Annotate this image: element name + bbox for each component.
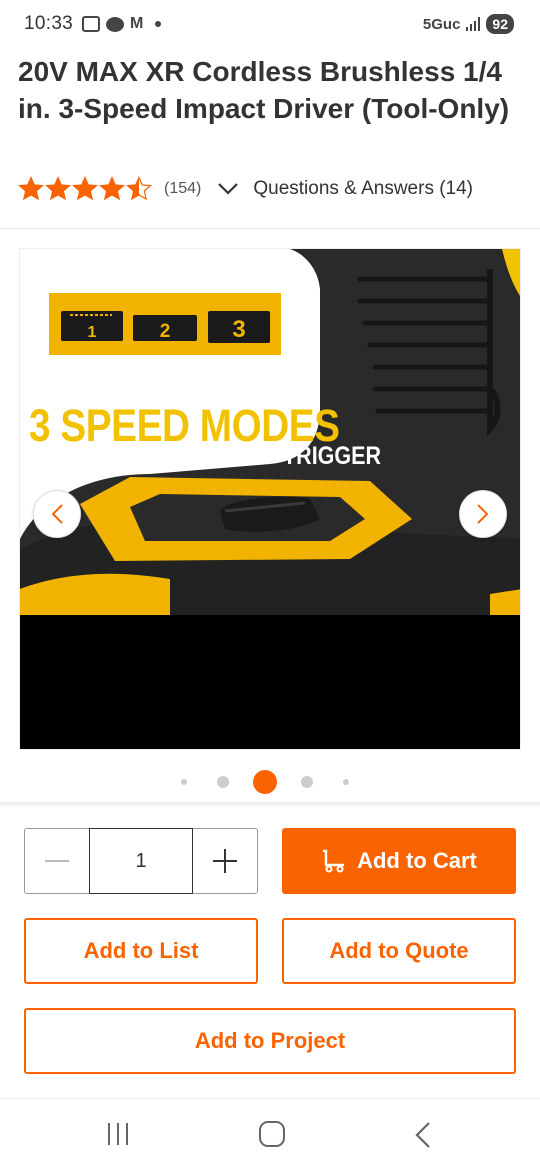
image-subheadline: WITH VARIABLE SPEED TRIGGER (29, 442, 381, 470)
carousel-prev-button[interactable] (33, 490, 81, 538)
carousel-dot[interactable] (301, 776, 313, 788)
chevron-down-icon[interactable] (217, 182, 239, 196)
notification-icons: M (82, 15, 162, 33)
status-right: 5Guc 92 (423, 14, 514, 34)
add-to-cart-label: Add to Cart (357, 848, 477, 873)
carousel-dot[interactable] (181, 779, 187, 785)
carousel-next-button[interactable] (459, 490, 507, 538)
increase-quantity-button[interactable] (193, 829, 257, 893)
product-title: 20V MAX XR Cordless Brushless 1/4 in. 3-… (18, 56, 510, 124)
add-to-quote-button[interactable]: Add to Quote (282, 918, 516, 984)
rating-row: (154) Questions & Answers (14) (18, 174, 473, 204)
chevron-right-icon (477, 504, 489, 524)
star-icon (45, 176, 71, 201)
star-icon (18, 176, 44, 201)
star-icon (126, 176, 152, 201)
impact-driver-illustration: 1 2 3 (20, 249, 520, 749)
carousel-dot[interactable] (343, 779, 349, 785)
status-bar: 10:33 M 5Guc 92 (0, 0, 540, 48)
minus-icon (45, 860, 70, 862)
questions-answers-link[interactable]: Questions & Answers (14) (253, 178, 473, 200)
mode-label-2: 2 (160, 321, 171, 342)
signal-icon (466, 17, 481, 31)
quantity-input[interactable]: 1 (89, 828, 193, 894)
message-icon (106, 16, 124, 32)
star-rating[interactable] (18, 176, 152, 202)
network-type: 5Guc (422, 15, 461, 33)
status-time: 10:33 (24, 13, 74, 34)
system-nav-bar (0, 1098, 540, 1170)
plus-icon (212, 849, 237, 873)
review-count[interactable]: (154) (164, 180, 201, 198)
carousel-dot[interactable] (217, 776, 229, 788)
action-panel-shadow (0, 802, 540, 808)
gmail-icon: M (130, 15, 144, 32)
product-image[interactable]: 1 2 3 (19, 248, 521, 750)
add-to-cart-button[interactable]: Add to Cart (282, 828, 516, 894)
chevron-left-icon (51, 504, 63, 524)
divider (0, 228, 540, 229)
quantity-stepper: 1 (24, 828, 258, 894)
screenshot-icon (82, 16, 100, 32)
battery-level: 92 (486, 14, 514, 34)
mode-label-1: 1 (88, 324, 97, 341)
home-button[interactable] (259, 1121, 285, 1147)
mode-label-3: 3 (232, 316, 245, 343)
recent-apps-button[interactable] (108, 1123, 128, 1145)
more-notifications-icon (155, 21, 162, 27)
carousel-dot-active[interactable] (253, 770, 277, 794)
star-icon (99, 176, 125, 201)
add-to-project-button[interactable]: Add to Project (24, 1008, 516, 1074)
back-button[interactable] (414, 1121, 432, 1149)
star-icon (72, 176, 98, 201)
decrease-quantity-button[interactable] (25, 829, 89, 893)
add-to-list-button[interactable]: Add to List (24, 918, 258, 984)
carousel-dots (0, 770, 540, 794)
cart-dolly-icon (322, 849, 345, 873)
